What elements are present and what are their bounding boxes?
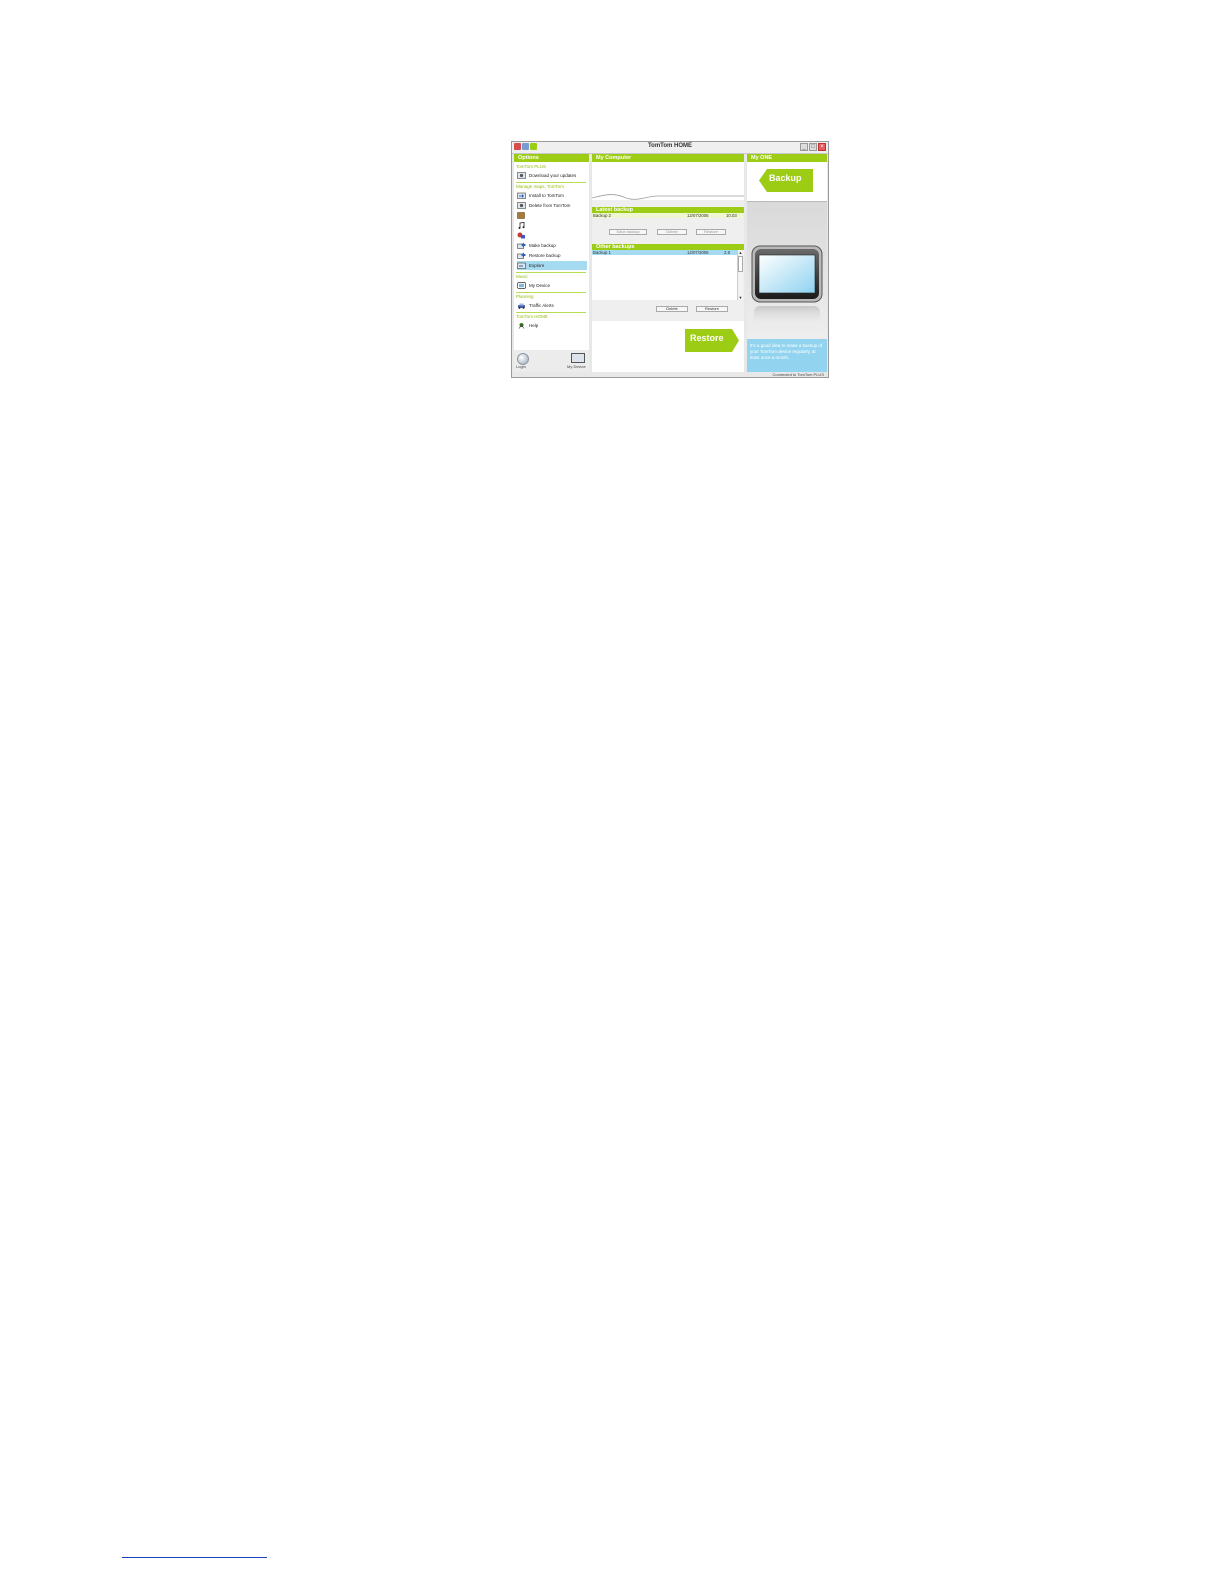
storage-line-graphic <box>591 194 744 200</box>
scroll-down-icon[interactable]: ▼ <box>738 295 743 300</box>
option-make-backup[interactable]: Make backup <box>517 241 587 250</box>
divider <box>516 272 586 273</box>
options-panel: Options TomTom PLUS Download your update… <box>514 154 589 372</box>
option-label: Install to TomTom <box>529 193 564 198</box>
explore-icon <box>517 262 526 269</box>
backup-label: Backup <box>769 173 802 183</box>
backup-name: Backup 2 <box>593 213 611 218</box>
close-icon[interactable]: × <box>818 143 826 151</box>
tomtom-home-window: TomTom HOME _ □ × Options TomTom PLUS Do… <box>511 141 829 378</box>
options-footer: Login My Device <box>514 350 589 372</box>
scroll-thumb[interactable] <box>738 256 743 272</box>
my-device-footer-icon[interactable] <box>571 353 585 363</box>
latest-backup-row[interactable]: Backup 2 12/07/2006 10.03 <box>592 213 744 218</box>
restore-label: Restore <box>690 333 724 343</box>
delete-icon <box>517 202 526 209</box>
backup-date: 12/07/2006 <box>687 213 709 218</box>
option-label: Make backup <box>529 243 556 248</box>
restore-arrow-button[interactable] <box>592 321 744 372</box>
tomtom-device-image <box>751 245 823 326</box>
status-bar: Connected to TomTom PLUS <box>772 372 824 377</box>
my-computer-area <box>591 162 744 200</box>
delete-other-button[interactable]: Delete <box>656 306 688 312</box>
save-backup-button[interactable]: Save backup <box>609 229 647 235</box>
restore-backup-icon <box>517 252 526 259</box>
option-delete-from-tomtom[interactable]: Delete from TomTom <box>517 201 587 210</box>
option-label: My Device <box>529 283 551 288</box>
option-restore-backup[interactable]: Restore backup <box>517 251 587 260</box>
section-tomtom-plus: TomTom PLUS <box>516 164 547 169</box>
section-manage-maps: Manage maps, TomTom <box>516 184 564 189</box>
section-tomtom-home: TomTom HOME <box>516 314 548 319</box>
maximize-icon[interactable]: □ <box>809 143 817 151</box>
backup-tip: It's a good idea to make a backup of you… <box>747 339 827 372</box>
option-explore[interactable]: Explore <box>517 261 587 270</box>
section-music: Music <box>516 274 528 279</box>
voice-icon <box>517 232 525 239</box>
option-music[interactable] <box>517 221 587 230</box>
window-controls: _ □ × <box>800 143 826 151</box>
divider <box>516 312 586 313</box>
backup-size: 10.03 <box>726 213 737 218</box>
title-bar: TomTom HOME _ □ × <box>512 142 828 154</box>
option-images[interactable] <box>517 211 587 220</box>
option-label: Traffic Alerts <box>529 303 554 308</box>
option-label: Help <box>529 323 539 328</box>
download-icon <box>517 172 526 179</box>
help-icon <box>518 323 525 329</box>
section-planning: Planning <box>516 294 534 299</box>
delete-latest-button[interactable]: Delete <box>657 229 687 235</box>
other-backups-list[interactable] <box>592 255 737 300</box>
window-title: TomTom HOME <box>647 143 693 149</box>
option-help[interactable]: Help <box>517 321 587 330</box>
backup-area: Backup <box>747 162 827 202</box>
divider <box>516 292 586 293</box>
image-icon <box>517 212 525 219</box>
restore-other-button[interactable]: Restore <box>696 306 728 312</box>
option-my-device[interactable]: My Device <box>517 281 587 290</box>
option-label: Delete from TomTom <box>529 203 571 208</box>
my-one-header: My ONE <box>747 154 827 162</box>
other-backups-scrollbar[interactable]: ▲ ▼ <box>737 250 743 300</box>
scroll-up-icon[interactable]: ▲ <box>738 250 743 255</box>
device-icon <box>517 282 526 289</box>
my-device-footer-label: My Device <box>567 364 586 369</box>
option-label: Restore backup <box>529 253 561 258</box>
music-note-icon <box>518 222 525 229</box>
restore-latest-button[interactable]: Restore <box>696 229 726 235</box>
device-preview <box>747 202 827 339</box>
my-computer-panel: My Computer Latest backup Backup 2 12/07… <box>591 154 744 372</box>
my-computer-header: My Computer <box>592 154 744 162</box>
restore-area: Restore <box>592 321 744 372</box>
options-header: Options <box>514 154 589 162</box>
install-icon <box>517 192 526 199</box>
option-voices[interactable] <box>517 231 587 240</box>
option-label: Download your updates <box>529 173 577 178</box>
login-label: Login <box>516 364 526 369</box>
option-download-updates[interactable]: Download your updates <box>517 171 587 180</box>
minimize-icon[interactable]: _ <box>800 143 808 151</box>
footnote-divider <box>122 1557 267 1558</box>
option-label: Explore <box>529 263 545 268</box>
make-backup-icon <box>517 242 526 249</box>
traffic-icon <box>518 303 525 309</box>
option-install-to-tomtom[interactable]: Install to TomTom <box>517 191 587 200</box>
divider <box>516 182 586 183</box>
option-traffic-alerts[interactable]: Traffic Alerts <box>517 301 587 310</box>
my-one-panel: My ONE Backup It's a good idea to make a… <box>747 154 827 372</box>
